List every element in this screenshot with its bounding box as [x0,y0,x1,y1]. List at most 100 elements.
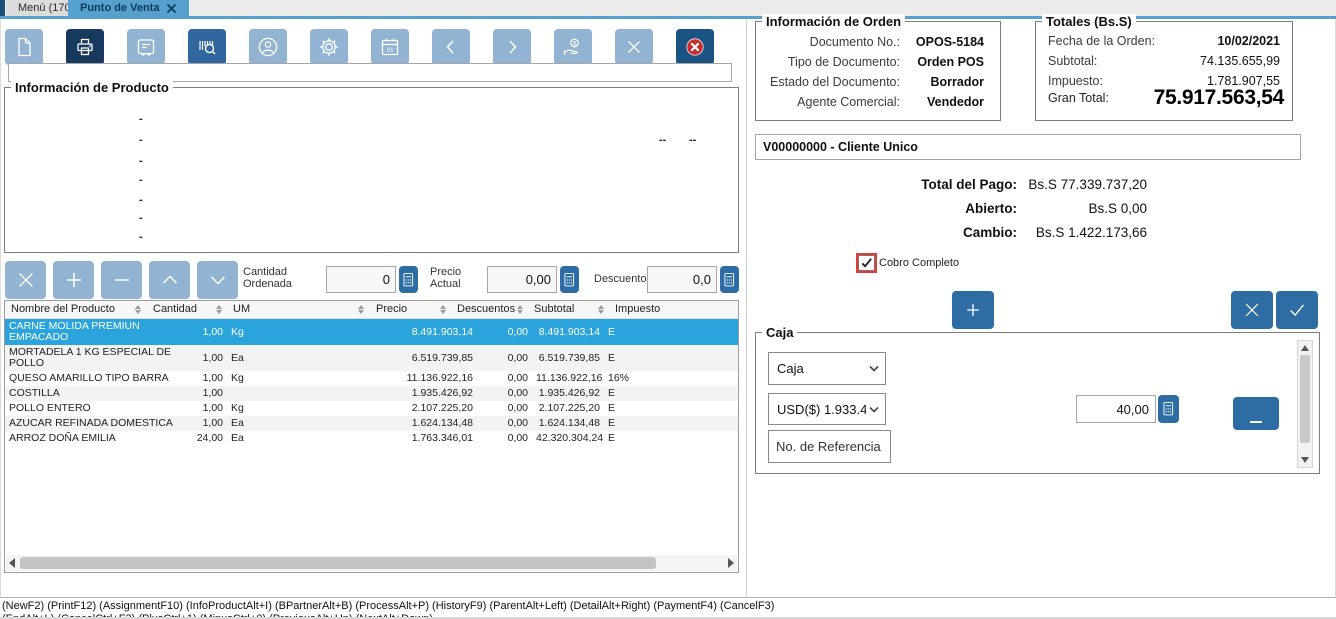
add-payment-button[interactable] [952,291,994,329]
cell-qty: 1,00 [202,417,223,429]
payment-button[interactable]: $ [554,29,592,65]
column-header-um[interactable]: UM [233,303,250,315]
new-document-icon [18,37,31,57]
check-icon [1290,304,1304,317]
tab-menu-label: Menú (170) [18,2,75,14]
discount-calculator-button[interactable] [720,266,739,293]
column-header-discounts[interactable]: Descuentos [457,303,515,315]
minus-icon [114,279,129,281]
user-icon [258,37,278,57]
currency-select[interactable]: USD($) 1.933.493 [768,393,886,425]
table-header: Nombre del Producto Cantidad UM Precio D… [5,301,738,319]
table-row[interactable]: ARROZ DOÑA EMILIA 24,00 Ea 1.763.346,01 … [5,431,738,446]
cell-price: 11.136.922,16 [406,372,473,384]
column-header-qty[interactable]: Cantidad [153,303,197,315]
preferences-button[interactable] [310,29,348,65]
close-tab-icon[interactable] [166,3,177,14]
tab-punto-de-venta[interactable]: Punto de Venta [68,0,190,16]
new-document-button[interactable] [5,29,43,65]
sort-icon[interactable] [215,305,223,314]
window-border [0,19,1,597]
payment-total-value: Bs.S 77.339.737,20 [1028,176,1147,192]
calendar-button[interactable]: 31 [371,29,409,65]
cancel-button[interactable] [615,29,653,65]
cell-name: QUESO AMARILLO TIPO BARRA [9,372,169,384]
add-line-button[interactable] [53,261,94,299]
customer-input[interactable] [755,134,1301,160]
receipt-icon [137,39,155,56]
table-row[interactable]: CARNE MOLIDA PREMIUN EMPACADO 1,00 Kg 8.… [5,319,738,345]
chevron-left-icon [446,40,454,54]
cell-um: Kg [231,325,244,338]
cell-qty: 1,00 [202,387,223,399]
tender-type-select[interactable]: Caja [768,352,886,385]
table-row[interactable]: COSTILLA 1,00 1.935.426,92 0,00 1.935.42… [5,386,738,401]
plus-icon [66,273,81,287]
cell-price: 1.935.426,92 [411,387,473,399]
scroll-left-icon[interactable] [9,558,15,568]
column-header-subtotal[interactable]: Subtotal [534,303,574,315]
chevron-right-icon [509,40,517,54]
discounts-input[interactable] [647,266,717,293]
business-partner-button[interactable] [249,29,287,65]
table-row[interactable]: POLLO ENTERO 1,00 Kg 2.107.225,20 0,00 2… [5,401,738,416]
plus-icon [967,304,979,316]
sort-icon[interactable] [134,305,142,314]
sort-icon[interactable] [516,305,524,314]
open-amount-label: Abierto: [965,200,1017,216]
collect-button[interactable] [1233,397,1279,430]
full-payment-checkbox[interactable] [856,253,877,273]
scroll-up-icon[interactable] [1301,345,1309,351]
currency-value: USD($) 1.933.493 [777,401,866,417]
table-row[interactable]: MORTADELA 1 KG ESPECIAL DE POLLO 1,00 Ea… [5,345,738,371]
chevron-down-icon [210,276,225,285]
cell-name: COSTILLA [9,387,60,399]
open-amount-value: Bs.S 0,00 [1088,200,1147,216]
confirm-payment-button[interactable] [1276,291,1318,329]
cell-qty: 1,00 [202,351,223,364]
reference-no-input[interactable] [768,430,891,463]
print-button[interactable] [66,29,104,65]
cell-subtotal: 11.136.922,16 [536,372,603,384]
move-down-button[interactable] [197,261,238,299]
scroll-right-icon[interactable] [728,558,734,568]
vertical-scrollbar[interactable] [1297,340,1313,468]
payment-summary: Total del Pago: Bs.S 77.339.737,20 Abier… [755,172,1147,244]
next-button[interactable] [493,29,531,65]
scrollbar-thumb[interactable] [20,557,656,569]
cell-subtotal: 42.320.304,24 [536,432,604,444]
cell-um [227,386,365,401]
price-calculator-button[interactable] [560,266,579,293]
sort-icon[interactable] [357,305,365,314]
cell-discount: 0,00 [507,387,528,399]
column-header-price[interactable]: Precio [376,303,407,315]
panel-divider [746,19,747,597]
pay-amount-input[interactable] [1076,395,1156,423]
cancel-payment-button[interactable] [1231,291,1273,329]
amount-calculator-button[interactable] [1158,395,1179,423]
delete-line-button[interactable] [5,261,46,299]
scroll-down-icon[interactable] [1301,457,1309,463]
current-price-input[interactable] [487,266,557,293]
document-button[interactable] [127,29,165,65]
exit-button[interactable] [676,29,714,65]
discounts-label: Descuentos [594,273,653,285]
column-header-tax[interactable]: Impuesto [615,303,660,315]
payment-total-label: Total del Pago: [921,176,1017,192]
product-lookup-button[interactable] [188,29,226,65]
table-row[interactable]: QUESO AMARILLO TIPO BARRA 1,00 Kg 11.136… [5,371,738,386]
sort-icon[interactable] [597,305,605,314]
remove-line-button[interactable] [101,261,142,299]
sort-icon[interactable] [439,305,447,314]
cell-discount: 0,00 [507,402,528,414]
qty-ordered-input[interactable] [326,266,396,293]
cell-price: 1.624.134,48 [411,417,473,429]
qty-calculator-button[interactable] [399,266,418,293]
scrollbar-thumb[interactable] [1300,355,1310,443]
horizontal-scrollbar[interactable] [6,555,737,571]
table-row[interactable]: AZUCAR REFINADA DOMESTICA 1,00 Ea 1.624.… [5,416,738,431]
column-header-name[interactable]: Nombre del Producto [11,303,115,315]
move-up-button[interactable] [149,261,190,299]
previous-button[interactable] [432,29,470,65]
pos-window: Menú (170) Punto de Venta 31 $ Informaci… [0,0,1336,619]
